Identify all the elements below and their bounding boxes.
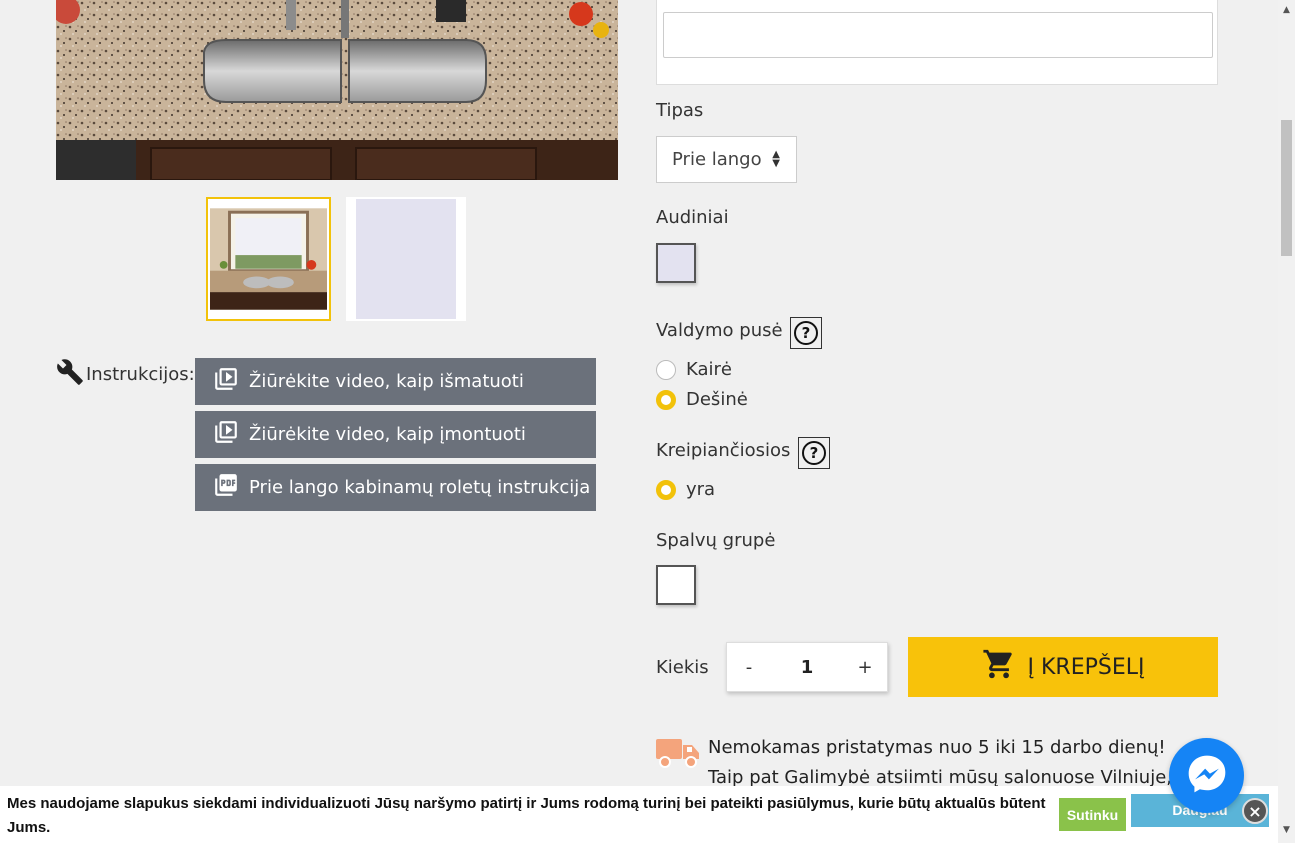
- kreipiancios-label: Kreipiančiosios: [656, 440, 791, 461]
- radio-desine[interactable]: Dešinė: [656, 389, 748, 410]
- messenger-chat-button[interactable]: [1169, 738, 1244, 813]
- question-icon: ?: [802, 441, 826, 465]
- video-install-label: Žiūrėkite video, kaip įmontuoti: [249, 424, 526, 445]
- fabric-swatch: [356, 199, 456, 319]
- page-scrollbar[interactable]: ▲ ▼: [1278, 0, 1295, 843]
- valdymo-help-button[interactable]: ?: [790, 317, 822, 349]
- cart-icon: [982, 647, 1016, 687]
- radio-kaire[interactable]: Kairė: [656, 359, 732, 380]
- video-install-button[interactable]: Žiūrėkite video, kaip įmontuoti: [195, 411, 596, 458]
- tipas-selected-value: Prie lango: [672, 149, 762, 170]
- messenger-icon: [1185, 752, 1229, 800]
- video-measure-label: Žiūrėkite video, kaip išmatuoti: [249, 371, 524, 392]
- scroll-down-icon[interactable]: ▼: [1278, 822, 1295, 839]
- kreipiancios-help-button[interactable]: ?: [798, 437, 830, 469]
- custom-text-input[interactable]: [663, 12, 1213, 58]
- quantity-minus-button[interactable]: -: [727, 657, 771, 678]
- quantity-label: Kiekis: [656, 657, 709, 678]
- cookie-agree-button[interactable]: Sutinku: [1059, 798, 1126, 831]
- add-to-cart-label: Į KREPŠELĮ: [1027, 654, 1145, 680]
- product-main-image[interactable]: [56, 0, 618, 180]
- tipas-label: Tipas: [656, 100, 704, 121]
- delivery-line-1: Nemokamas pristatymas nuo 5 iki 15 darbo…: [708, 737, 1166, 758]
- color-group-swatch[interactable]: [656, 565, 696, 605]
- custom-text-panel: [656, 0, 1218, 85]
- sort-caret-icon: ▲ ▼: [772, 149, 780, 169]
- video-measure-button[interactable]: Žiūrėkite video, kaip išmatuoti: [195, 358, 596, 405]
- pdf-instruction-button[interactable]: Prie lango kabinamų roletų instrukcija: [195, 464, 596, 511]
- scrollbar-thumb[interactable]: [1281, 120, 1292, 256]
- instructions-label-text: Instrukcijos:: [86, 364, 195, 385]
- wrench-icon: [56, 358, 84, 391]
- quantity-input[interactable]: [777, 656, 837, 678]
- truck-icon: [656, 733, 700, 793]
- tipas-select[interactable]: Prie lango ▲ ▼: [656, 136, 797, 183]
- quantity-stepper: - +: [726, 642, 888, 692]
- scroll-up-icon[interactable]: ▲: [1278, 2, 1295, 19]
- quantity-plus-button[interactable]: +: [843, 657, 887, 678]
- video-icon: [213, 366, 239, 397]
- radio-desine-label: Dešinė: [686, 389, 748, 410]
- radio-circle-selected: [656, 479, 676, 500]
- video-icon: [213, 419, 239, 450]
- radio-kaire-label: Kairė: [686, 359, 732, 380]
- spalvu-grupe-label: Spalvų grupė: [656, 530, 776, 551]
- valdymo-puse-label: Valdymo pusė: [656, 320, 783, 341]
- instructions-label: Instrukcijos:: [56, 358, 195, 391]
- fabric-color-swatch[interactable]: [656, 243, 696, 283]
- delivery-info: Nemokamas pristatymas nuo 5 iki 15 darbo…: [656, 733, 1172, 793]
- pdf-instruction-label: Prie lango kabinamų roletų instrukcija: [249, 477, 591, 498]
- radio-circle-selected: [656, 389, 676, 410]
- close-icon[interactable]: ×: [1242, 798, 1268, 824]
- audiniai-label: Audiniai: [656, 207, 729, 228]
- thumbnail-fabric[interactable]: [346, 197, 466, 321]
- add-to-cart-button[interactable]: Į KREPŠELĮ: [908, 637, 1218, 697]
- cookie-banner: Mes naudojame slapukus siekdami individu…: [0, 786, 1278, 843]
- radio-circle: [656, 359, 676, 380]
- thumbnail-strip: [206, 197, 466, 321]
- question-icon: ?: [794, 321, 818, 345]
- radio-yra[interactable]: yra: [656, 479, 715, 500]
- cookie-text: Mes naudojame slapukus siekdami individu…: [7, 795, 1046, 836]
- radio-yra-label: yra: [686, 479, 716, 500]
- pdf-icon: [213, 472, 239, 503]
- thumbnail-kitchen[interactable]: [206, 197, 331, 321]
